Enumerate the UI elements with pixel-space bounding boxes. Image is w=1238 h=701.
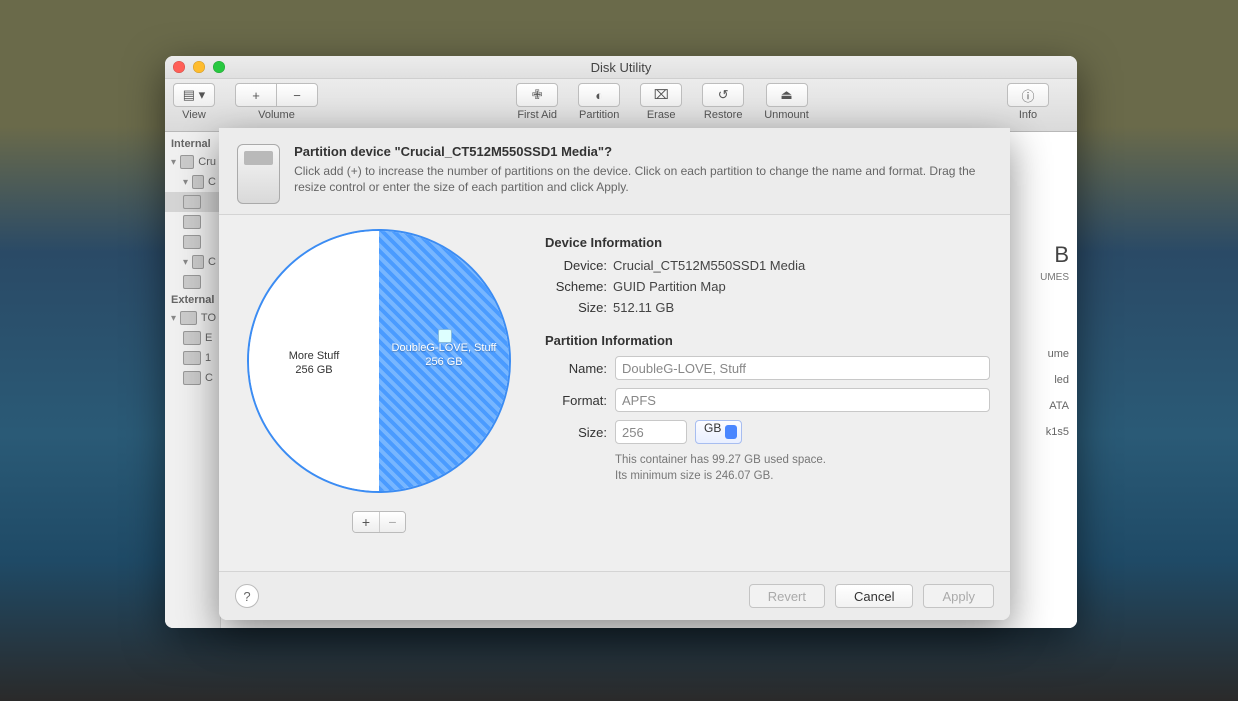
drive-icon: [180, 311, 197, 325]
drive-icon: [183, 371, 201, 385]
add-volume-button[interactable]: +: [235, 83, 277, 107]
partition-button[interactable]: ◐: [578, 83, 620, 107]
sidebar-item[interactable]: ▾C: [165, 252, 220, 272]
add-partition-button[interactable]: +: [353, 512, 379, 532]
partition-dialog: Partition device "Crucial_CT512M550SSD1 …: [219, 128, 1010, 620]
dialog-subtitle: Click add (+) to increase the number of …: [294, 163, 992, 195]
sidebar-item[interactable]: ▾TO: [165, 308, 220, 328]
dialog-title: Partition device "Crucial_CT512M550SSD1 …: [294, 144, 992, 159]
view-label: View: [182, 109, 206, 121]
sidebar-header-external: External: [165, 292, 220, 308]
sidebar-item[interactable]: E: [165, 328, 220, 348]
info-button[interactable]: ⓘ: [1007, 83, 1049, 107]
drive-icon: [192, 175, 204, 189]
sidebar-item[interactable]: C: [165, 368, 220, 388]
partition-name-input[interactable]: [615, 356, 990, 380]
device-scheme: GUID Partition Map: [613, 279, 726, 294]
drive-icon: [183, 235, 201, 249]
drive-icon: [183, 215, 201, 229]
sidebar-item[interactable]: [165, 232, 220, 252]
titlebar[interactable]: Disk Utility: [165, 56, 1077, 79]
view-button[interactable]: ▤ ▾: [173, 83, 215, 107]
device-info-header: Device Information: [545, 235, 990, 250]
sidebar-item[interactable]: [165, 272, 220, 292]
device-name: Crucial_CT512M550SSD1 Media: [613, 258, 805, 273]
cancel-button[interactable]: Cancel: [835, 584, 913, 608]
hard-drive-icon: [237, 144, 280, 204]
remove-volume-button[interactable]: −: [276, 83, 318, 107]
partition-format-select[interactable]: [615, 388, 990, 412]
size-note: This container has 99.27 GB used space. …: [615, 452, 990, 484]
erase-button[interactable]: ⌧: [640, 83, 682, 107]
drive-icon: [192, 255, 204, 269]
sidebar-item[interactable]: 1: [165, 348, 220, 368]
sidebar-item[interactable]: ▾Cru: [165, 152, 220, 172]
sidebar-header-internal: Internal: [165, 136, 220, 152]
partition-size-input[interactable]: [615, 420, 687, 444]
sidebar-item[interactable]: [165, 192, 220, 212]
drive-icon: [183, 351, 201, 365]
toolbar: ▤ ▾ View + − Volume ✙First Aid ◐Partitio…: [165, 79, 1077, 132]
drive-icon: [183, 331, 201, 345]
window-title: Disk Utility: [165, 60, 1077, 75]
apply-button[interactable]: Apply: [923, 584, 994, 608]
pie-label-left: More Stuff 256 GB: [249, 349, 379, 378]
unmount-button[interactable]: ⏏: [766, 83, 808, 107]
remove-partition-button[interactable]: −: [379, 512, 405, 532]
sidebar-item[interactable]: [165, 212, 220, 232]
sidebar-item[interactable]: ▾C: [165, 172, 220, 192]
drive-icon: [180, 155, 194, 169]
pie-label-right: DoubleG-LOVE, Stuff 256 GB: [379, 341, 509, 370]
first-aid-button[interactable]: ✙: [516, 83, 558, 107]
revert-button[interactable]: Revert: [749, 584, 825, 608]
device-size: 512.11 GB: [613, 300, 674, 315]
partition-pie[interactable]: More Stuff 256 GB DoubleG-LOVE, Stuff 25…: [247, 229, 511, 493]
help-button[interactable]: ?: [235, 584, 259, 608]
partition-info-header: Partition Information: [545, 333, 990, 348]
sidebar: Internal ▾Cru ▾C ▾C External ▾TO E 1 C: [165, 132, 221, 628]
drive-icon: [183, 275, 201, 289]
size-unit-select[interactable]: GB: [695, 420, 742, 444]
volume-label: Volume: [258, 109, 295, 121]
restore-button[interactable]: ↺: [702, 83, 744, 107]
drive-icon: [183, 195, 201, 209]
